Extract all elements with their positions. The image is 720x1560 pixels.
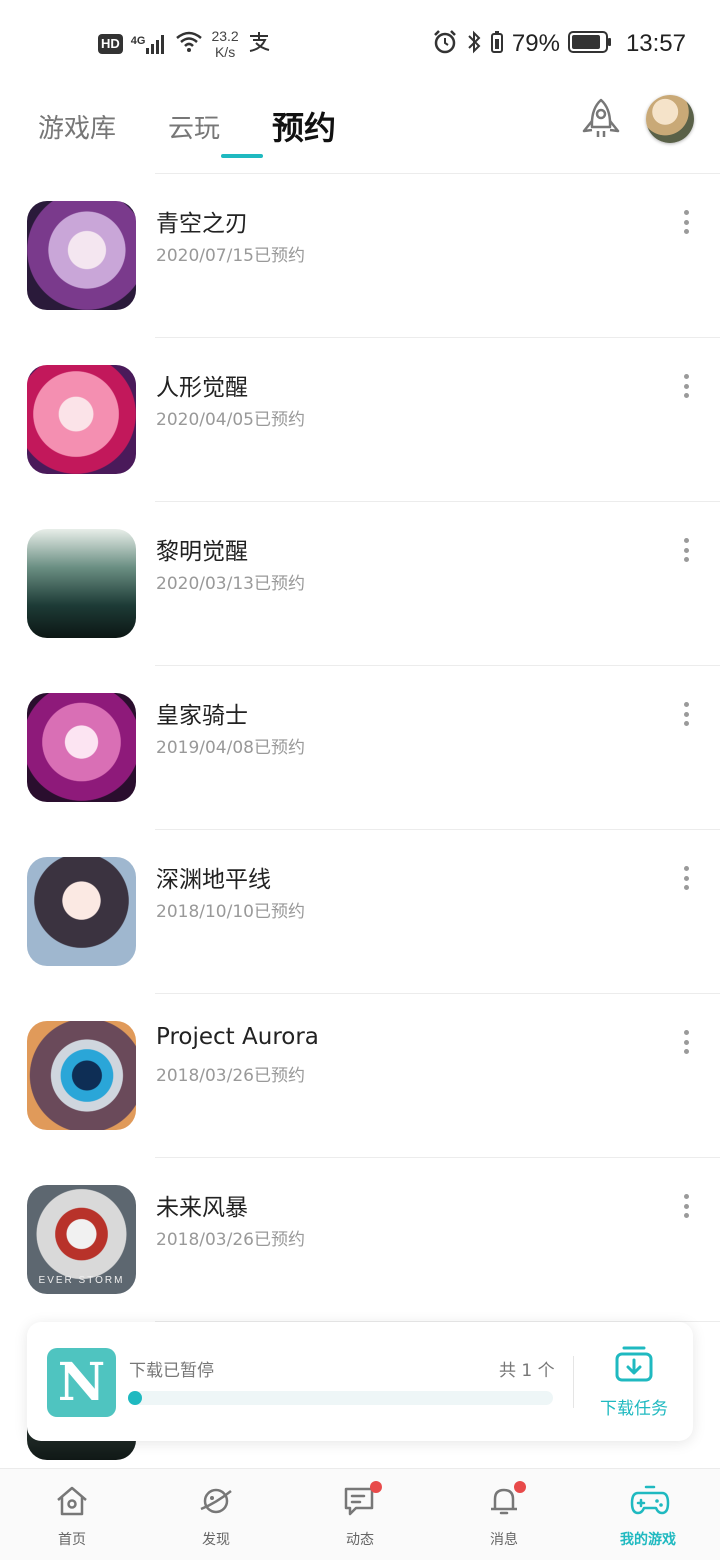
alipay-icon — [247, 31, 271, 57]
tab-reservations[interactable]: 预约 — [272, 103, 336, 149]
game-icon — [27, 1021, 136, 1130]
rocket-button[interactable] — [578, 97, 624, 143]
game-row[interactable]: 青空之刃 2020/07/15已预约 — [0, 174, 720, 338]
more-options-icon[interactable] — [676, 1030, 696, 1054]
speed-unit: K/s — [214, 44, 236, 60]
game-icon — [27, 529, 136, 638]
game-row[interactable]: 深渊地平线 2018/10/10已预约 — [0, 830, 720, 994]
game-icon-caption: EVER STORM — [38, 1275, 125, 1286]
game-icon: EVER STORM — [27, 1185, 136, 1294]
game-row[interactable]: Project Aurora 2018/03/26已预约 — [0, 994, 720, 1158]
game-row[interactable]: 皇家骑士 2019/04/08已预约 — [0, 666, 720, 830]
bottom-navigation: 首页 发现 动态 消息 我的游戏 — [0, 1468, 720, 1560]
nav-home[interactable]: 首页 — [0, 1469, 144, 1560]
download-tasks-button[interactable]: 下载任务 — [589, 1344, 679, 1422]
download-count: 共 1 个 — [499, 1361, 555, 1381]
status-bar-right: 79% 13:57 — [432, 26, 686, 62]
game-name: 黎明觉醒 — [156, 539, 248, 565]
nav-my-games[interactable]: 我的游戏 — [576, 1469, 720, 1560]
game-row[interactable]: EVER STORM 未来风暴 2018/03/26已预约 — [0, 1158, 720, 1322]
game-name: Project Aurora — [156, 1024, 319, 1050]
reserved-games-list: 青空之刃 2020/07/15已预约 人形觉醒 2020/04/05已预约 黎明… — [0, 174, 720, 1322]
download-tray-icon — [614, 1344, 654, 1384]
home-icon — [54, 1483, 90, 1519]
gamepad-icon — [630, 1483, 670, 1519]
top-tab-bar: 游戏库 云玩 预约 — [38, 96, 388, 156]
network-type: 4G — [130, 35, 146, 47]
speed-value: 23.2 — [211, 28, 239, 44]
download-tasks-label: 下载任务 — [600, 1399, 668, 1419]
bluetooth-icon — [466, 30, 482, 58]
battery-icon — [567, 30, 612, 58]
nav-label: 发现 — [202, 1532, 230, 1548]
more-options-icon[interactable] — [676, 1194, 696, 1218]
reservation-date: 2018/03/26已预约 — [156, 1066, 305, 1086]
game-name: 皇家骑士 — [156, 703, 248, 729]
hd-badge: HD — [98, 34, 123, 54]
notification-badge — [370, 1481, 382, 1493]
download-progress-bar — [128, 1391, 553, 1405]
game-name: 深渊地平线 — [156, 867, 271, 893]
status-bar-left: HD 4G 23.2 K/s — [98, 26, 271, 62]
chat-icon — [342, 1481, 382, 1519]
download-status-card[interactable]: N 下载已暂停 共 1 个 下载任务 — [27, 1322, 693, 1441]
notification-badge — [514, 1481, 526, 1493]
nav-activity[interactable]: 动态 — [288, 1469, 432, 1560]
download-status-text: 下载已暂停 — [129, 1361, 214, 1381]
game-name: 未来风暴 — [156, 1195, 248, 1221]
more-options-icon[interactable] — [676, 538, 696, 562]
tab-game-library[interactable]: 游戏库 — [38, 108, 116, 145]
game-row[interactable]: 人形觉醒 2020/04/05已预约 — [0, 338, 720, 502]
game-icon — [27, 693, 136, 802]
game-name: 青空之刃 — [156, 211, 248, 237]
cellular-signal-icon: 4G — [131, 33, 168, 55]
battery-saver-icon — [490, 30, 504, 58]
rocket-icon — [582, 98, 620, 137]
clock: 13:57 — [625, 30, 686, 57]
more-options-icon[interactable] — [676, 702, 696, 726]
nav-label: 首页 — [58, 1532, 86, 1548]
nav-label: 我的游戏 — [620, 1532, 676, 1548]
reservation-date: 2020/03/13已预约 — [156, 574, 305, 594]
reservation-date: 2019/04/08已预约 — [156, 738, 305, 758]
reservation-date: 2018/03/26已预约 — [156, 1230, 305, 1250]
bell-icon — [486, 1481, 526, 1519]
user-avatar[interactable] — [646, 95, 694, 143]
divider — [573, 1356, 574, 1408]
battery-percent: 79% — [511, 30, 560, 57]
active-tab-indicator — [221, 154, 263, 158]
more-options-icon[interactable] — [676, 866, 696, 890]
nav-discover[interactable]: 发现 — [144, 1469, 288, 1560]
game-icon — [27, 857, 136, 966]
network-speed: 23.2 K/s — [211, 28, 238, 60]
more-options-icon[interactable] — [676, 374, 696, 398]
alarm-icon — [432, 29, 458, 59]
planet-icon — [198, 1483, 234, 1519]
game-name: 人形觉醒 — [156, 375, 248, 401]
wifi-icon — [175, 31, 203, 57]
reservation-date: 2020/07/15已预约 — [156, 246, 305, 266]
game-row[interactable]: 黎明觉醒 2020/03/13已预约 — [0, 502, 720, 666]
more-options-icon[interactable] — [676, 210, 696, 234]
game-icon — [27, 201, 136, 310]
tab-cloud-play[interactable]: 云玩 — [168, 108, 220, 145]
game-icon — [27, 365, 136, 474]
download-progress-indicator — [128, 1391, 142, 1405]
nav-label: 消息 — [490, 1532, 518, 1548]
download-app-logo: N — [47, 1348, 116, 1417]
status-bar: HD 4G 23.2 K/s 79% 13:57 — [0, 0, 720, 90]
reservation-date: 2020/04/05已预约 — [156, 410, 305, 430]
nav-messages[interactable]: 消息 — [432, 1469, 576, 1560]
nav-label: 动态 — [346, 1532, 374, 1548]
reservation-date: 2018/10/10已预约 — [156, 902, 305, 922]
